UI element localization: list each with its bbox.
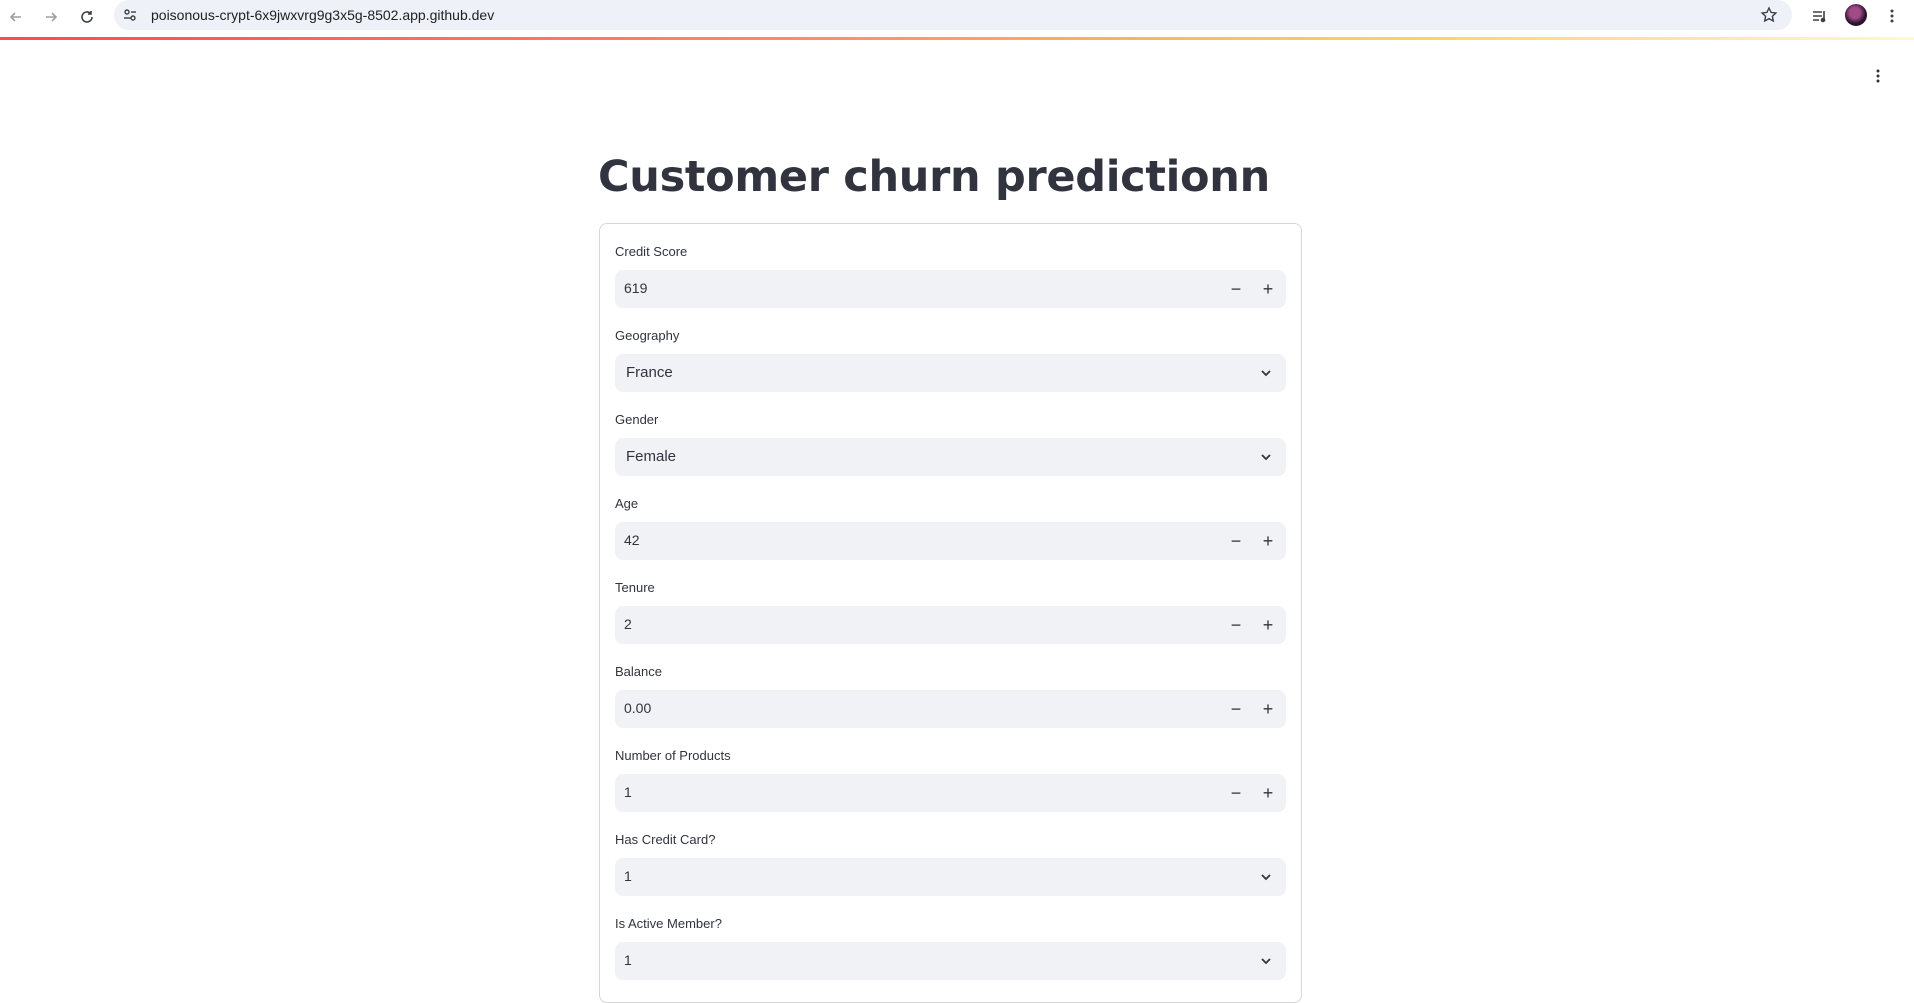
tenure-input[interactable]: 2 − +	[615, 606, 1286, 644]
credit-score-field: Credit Score 619 − +	[615, 242, 1286, 308]
gender-field: Gender Female	[615, 410, 1286, 476]
geography-select[interactable]: France	[615, 354, 1286, 392]
app-main-menu-icon[interactable]	[1866, 64, 1890, 88]
age-field: Age 42 − +	[615, 494, 1286, 560]
num-products-label: Number of Products	[615, 748, 731, 763]
geography-field: Geography France	[615, 326, 1286, 392]
balance-input[interactable]: 0.00 − +	[615, 690, 1286, 728]
gender-label: Gender	[615, 412, 659, 427]
reading-list-icon[interactable]	[1808, 5, 1830, 27]
age-increment-button[interactable]: +	[1252, 522, 1284, 560]
age-input[interactable]: 42 − +	[615, 522, 1286, 560]
credit-score-label: Credit Score	[615, 244, 688, 259]
page-loading-bar	[0, 37, 1914, 40]
has-credit-card-value[interactable]: 1	[624, 868, 632, 884]
reload-icon[interactable]	[74, 4, 100, 30]
has-credit-card-select[interactable]: 1	[615, 858, 1286, 896]
age-label: Age	[615, 496, 639, 511]
has-credit-card-field: Has Credit Card? 1	[615, 830, 1286, 896]
has-credit-card-label: Has Credit Card?	[615, 832, 716, 847]
chevron-down-icon[interactable]	[1258, 869, 1274, 885]
balance-value[interactable]: 0.00	[624, 700, 651, 716]
is-active-member-select[interactable]: 1	[615, 942, 1286, 980]
tenure-increment-button[interactable]: +	[1252, 606, 1284, 644]
num-products-decrement-button[interactable]: −	[1220, 774, 1252, 812]
credit-score-decrement-button[interactable]: −	[1220, 270, 1252, 308]
tenure-value[interactable]: 2	[624, 616, 632, 632]
is-active-member-value[interactable]: 1	[624, 952, 632, 968]
balance-field: Balance 0.00 − +	[615, 662, 1286, 728]
tenure-field: Tenure 2 − +	[615, 578, 1286, 644]
balance-label: Balance	[615, 664, 662, 679]
profile-avatar[interactable]	[1845, 4, 1867, 26]
num-products-value[interactable]: 1	[624, 784, 632, 800]
balance-increment-button[interactable]: +	[1252, 690, 1284, 728]
geography-label: Geography	[615, 328, 680, 343]
browser-menu-icon[interactable]	[1881, 5, 1903, 27]
site-settings-icon[interactable]	[122, 7, 138, 23]
tenure-decrement-button[interactable]: −	[1220, 606, 1252, 644]
age-decrement-button[interactable]: −	[1220, 522, 1252, 560]
is-active-member-label: Is Active Member?	[615, 916, 722, 931]
is-active-member-field: Is Active Member? 1	[615, 914, 1286, 980]
credit-score-input[interactable]: 619 − +	[615, 270, 1286, 308]
geography-value[interactable]: France	[626, 364, 673, 381]
forward-icon[interactable]	[38, 4, 64, 30]
chevron-down-icon[interactable]	[1258, 449, 1274, 465]
gender-value[interactable]: Female	[626, 448, 676, 465]
browser-toolbar: poisonous-crypt-6x9jwxvrg9g3x5g-8502.app…	[0, 0, 1914, 32]
bookmark-star-icon[interactable]	[1760, 6, 1778, 24]
gender-select[interactable]: Female	[615, 438, 1286, 476]
credit-score-value[interactable]: 619	[624, 280, 647, 296]
balance-decrement-button[interactable]: −	[1220, 690, 1252, 728]
page-title: Customer churn predictionn	[598, 152, 1270, 202]
num-products-increment-button[interactable]: +	[1252, 774, 1284, 812]
num-products-field: Number of Products 1 − +	[615, 746, 1286, 812]
address-bar[interactable]: poisonous-crypt-6x9jwxvrg9g3x5g-8502.app…	[114, 0, 1792, 30]
age-value[interactable]: 42	[624, 532, 640, 548]
chevron-down-icon[interactable]	[1258, 953, 1274, 969]
credit-score-increment-button[interactable]: +	[1252, 270, 1284, 308]
tenure-label: Tenure	[615, 580, 655, 595]
chevron-down-icon[interactable]	[1258, 365, 1274, 381]
back-icon[interactable]	[3, 4, 29, 30]
num-products-input[interactable]: 1 − +	[615, 774, 1286, 812]
url-text[interactable]: poisonous-crypt-6x9jwxvrg9g3x5g-8502.app…	[151, 7, 494, 23]
